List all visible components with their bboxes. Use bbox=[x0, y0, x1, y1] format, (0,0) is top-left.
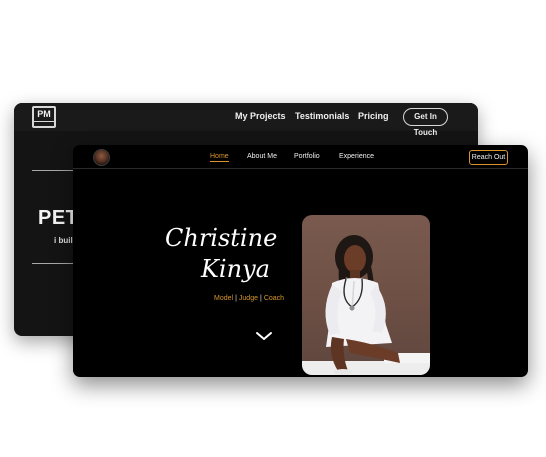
hero-last-name: Kinya bbox=[201, 255, 270, 283]
pm-logo-text: PM bbox=[34, 108, 54, 121]
nav-home[interactable]: Home bbox=[210, 153, 229, 162]
reach-out-button[interactable]: Reach Out bbox=[469, 150, 508, 165]
portrait-illustration bbox=[302, 235, 430, 375]
nav-pricing[interactable]: Pricing bbox=[358, 111, 389, 121]
avatar[interactable] bbox=[93, 149, 110, 166]
hero-first-name: Christine bbox=[165, 224, 278, 252]
role-model: Model bbox=[214, 295, 234, 302]
nav-portfolio[interactable]: Portfolio bbox=[294, 153, 320, 160]
role-judge: Judge bbox=[238, 295, 258, 302]
portrait-photo bbox=[302, 215, 430, 375]
back-navbar: PM My Projects Testimonials Pricing Get … bbox=[14, 103, 478, 137]
get-in-touch-button[interactable]: Get In Touch bbox=[403, 108, 448, 137]
role-coach: Coach bbox=[263, 295, 285, 302]
nav-about-me[interactable]: About Me bbox=[247, 153, 277, 160]
chevron-down-icon[interactable] bbox=[255, 330, 273, 342]
hero-roles: Model | Judge | Coach bbox=[214, 295, 284, 302]
nav-my-projects[interactable]: My Projects bbox=[235, 111, 286, 121]
pm-logo-strip bbox=[34, 122, 54, 126]
nav-experience[interactable]: Experience bbox=[339, 153, 374, 160]
nav-testimonials[interactable]: Testimonials bbox=[295, 111, 349, 121]
front-site-card: Home About Me Portfolio Experience Reach… bbox=[73, 145, 528, 377]
front-navbar: Home About Me Portfolio Experience Reach… bbox=[73, 145, 528, 169]
pm-logo[interactable]: PM bbox=[32, 106, 56, 128]
